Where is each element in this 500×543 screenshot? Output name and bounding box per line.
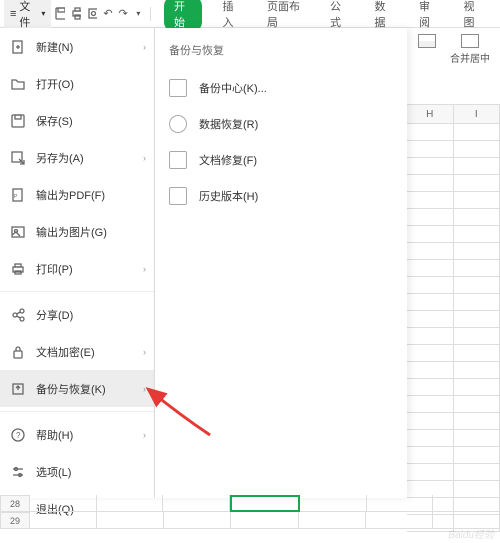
divider: [0, 411, 154, 412]
menu-encrypt[interactable]: 文档加密(E) ›: [0, 333, 154, 370]
menu-label: 帮助(H): [36, 427, 73, 443]
chevron-right-icon: ›: [143, 264, 146, 274]
submenu-doc-repair[interactable]: 文档修复(F): [155, 142, 407, 178]
redo-icon[interactable]: ↷: [117, 7, 130, 21]
menu-label: 另存为(A): [36, 150, 84, 166]
new-file-icon: [10, 39, 26, 55]
submenu-label: 文档修复(F): [199, 152, 257, 168]
menu-label: 文档加密(E): [36, 344, 95, 360]
tab-start[interactable]: 开始: [164, 0, 203, 32]
divider: [0, 291, 154, 292]
spreadsheet-grid[interactable]: H I document.write(Array.from({length:24…: [407, 56, 500, 543]
submenu-label: 备份中心(K)...: [199, 80, 267, 96]
submenu-history[interactable]: 历史版本(H): [155, 178, 407, 214]
visible-rows: 28 29: [0, 495, 500, 529]
tab-review[interactable]: 审阅: [413, 0, 444, 34]
save-as-icon: [10, 150, 26, 166]
print-icon[interactable]: [69, 7, 83, 21]
lock-icon: [10, 344, 26, 360]
save-icon[interactable]: [53, 7, 67, 21]
menu-label: 保存(S): [36, 113, 73, 129]
menu-print[interactable]: 打印(P) ›: [0, 250, 154, 287]
menu-label: 输出为图片(G): [36, 224, 107, 240]
submenu-title: 备份与恢复: [155, 36, 407, 64]
chevron-down-icon: ▾: [41, 9, 45, 18]
menu-share[interactable]: 分享(D): [0, 296, 154, 333]
history-icon: [169, 187, 187, 205]
folder-open-icon: [10, 76, 26, 92]
preview-icon[interactable]: [85, 7, 99, 21]
watermark: Baidu经验: [448, 526, 494, 541]
menu-backup-restore[interactable]: 备份与恢复(K) ›: [0, 370, 154, 407]
file-dropdown-menu: 新建(N) › 打开(O) 保存(S) 另存为(A) › P 输出为PDF(F) 输…: [0, 28, 155, 498]
chevron-right-icon: ›: [143, 42, 146, 52]
grid-icon: [418, 34, 436, 48]
column-headers[interactable]: H I: [407, 104, 500, 124]
tab-view[interactable]: 视图: [457, 0, 488, 34]
separator: [150, 7, 151, 21]
menu-label: 分享(D): [36, 307, 73, 323]
file-label: 文件: [19, 0, 38, 30]
menu-label: 备份与恢复(K): [36, 381, 106, 397]
share-icon: [10, 307, 26, 323]
menu-new[interactable]: 新建(N) ›: [0, 28, 154, 65]
row-header-29[interactable]: 29: [0, 512, 30, 529]
svg-text:P: P: [14, 194, 18, 200]
backup-icon: [10, 381, 26, 397]
menu-save[interactable]: 保存(S): [0, 102, 154, 139]
print-icon: [10, 261, 26, 277]
recovery-icon: [169, 115, 187, 133]
menu-help[interactable]: ? 帮助(H) ›: [0, 416, 154, 453]
menu-label: 选项(L): [36, 464, 71, 480]
menu-label: 输出为PDF(F): [36, 187, 105, 203]
menu-label: 新建(N): [36, 39, 73, 55]
backup-submenu: 备份与恢复 备份中心(K)... 数据恢复(R) 文档修复(F) 历史版本(H): [155, 28, 407, 498]
selected-cell[interactable]: [230, 495, 300, 512]
menu-label: 打开(O): [36, 76, 74, 92]
menu-save-as[interactable]: 另存为(A) ›: [0, 139, 154, 176]
row-header-28[interactable]: 28: [0, 495, 30, 512]
repair-icon: [169, 151, 187, 169]
menu-label: 打印(P): [36, 261, 73, 277]
menu-options[interactable]: 选项(L): [0, 453, 154, 490]
sliders-icon: [10, 464, 26, 480]
quick-toolbar: ≡ 文件 ▾ ↶ ↷ ▾ 开始 插入 页面布局 公式 数据 审阅 视图: [0, 0, 500, 28]
pdf-icon: P: [10, 187, 26, 203]
submenu-backup-center[interactable]: 备份中心(K)...: [155, 70, 407, 106]
format-cells-button[interactable]: [414, 32, 440, 52]
col-header-i[interactable]: I: [454, 104, 500, 124]
chevron-right-icon: ›: [143, 347, 146, 357]
chevron-right-icon: ›: [143, 430, 146, 440]
menu-export-pdf[interactable]: P 输出为PDF(F): [0, 176, 154, 213]
merge-icon: [461, 34, 479, 48]
menu-export-image[interactable]: 输出为图片(G): [0, 213, 154, 250]
submenu-label: 数据恢复(R): [199, 116, 258, 132]
hamburger-icon: ≡: [10, 8, 16, 20]
save-icon: [10, 113, 26, 129]
chevron-right-icon: ›: [143, 384, 146, 394]
help-icon: ?: [10, 427, 26, 443]
chevron-right-icon: ›: [143, 153, 146, 163]
backup-center-icon: [169, 79, 187, 97]
image-icon: [10, 224, 26, 240]
col-header-h[interactable]: H: [407, 104, 454, 124]
svg-text:?: ?: [16, 431, 21, 440]
undo-icon[interactable]: ↶: [101, 7, 114, 21]
menu-open[interactable]: 打开(O): [0, 65, 154, 102]
submenu-data-recovery[interactable]: 数据恢复(R): [155, 106, 407, 142]
chevron-down-icon[interactable]: ▾: [132, 7, 145, 21]
submenu-label: 历史版本(H): [199, 188, 258, 204]
